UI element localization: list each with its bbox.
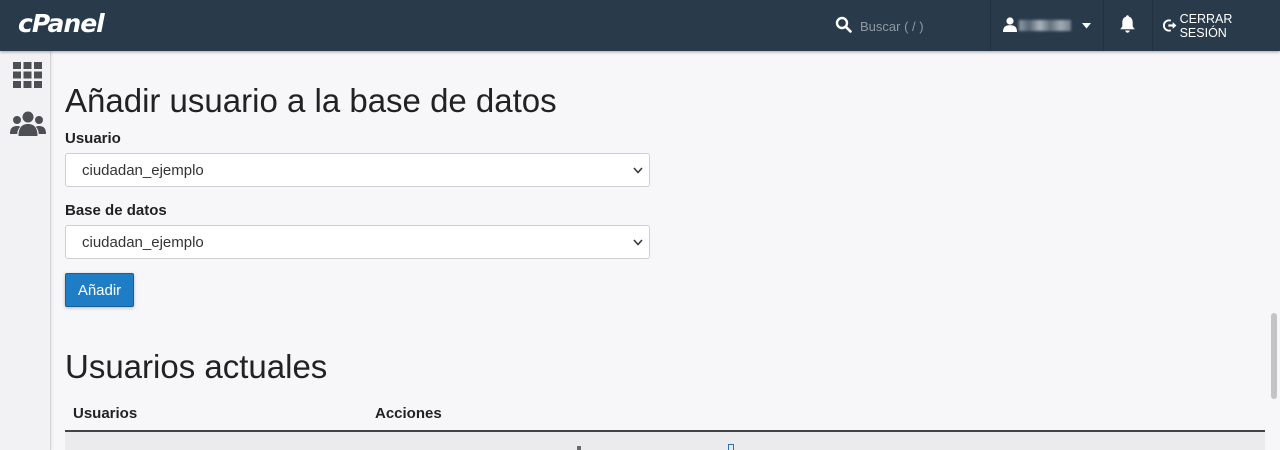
logout-icon — [1163, 19, 1177, 32]
row-action-icon[interactable] — [728, 444, 734, 450]
username-redacted — [1019, 20, 1071, 31]
chevron-down-icon — [633, 239, 643, 246]
caret-down-icon — [1082, 23, 1091, 29]
grid-icon[interactable] — [13, 62, 42, 88]
sidebar — [0, 51, 51, 450]
logout-label: CERRAR SESIÓN — [1179, 11, 1233, 40]
add-user-title: Añadir usuario a la base de datos — [65, 82, 557, 119]
user-select-value: ciudadan_ejemplo — [82, 162, 204, 179]
database-label: Base de datos — [65, 202, 167, 219]
column-header-users: Usuarios — [73, 405, 138, 422]
chevron-down-icon — [633, 167, 643, 174]
cpanel-logo[interactable]: cPanel — [18, 9, 105, 38]
table-row — [65, 432, 1265, 450]
header-divider — [990, 0, 991, 51]
database-select[interactable]: ciudadan_ejemplo — [65, 225, 650, 259]
header-divider — [1103, 0, 1104, 51]
user-select[interactable]: ciudadan_ejemplo — [65, 153, 650, 187]
user-menu[interactable] — [1000, 0, 1102, 51]
current-users-title: Usuarios actuales — [65, 348, 328, 385]
user-icon — [1003, 17, 1017, 32]
scrollbar-thumb[interactable] — [1271, 313, 1277, 399]
search-input[interactable] — [858, 14, 982, 38]
search-icon — [835, 16, 852, 33]
header-divider — [1152, 0, 1153, 51]
user-label: Usuario — [65, 130, 121, 147]
logout-button[interactable]: CERRAR SESIÓN — [1163, 0, 1280, 51]
row-action-icon[interactable] — [577, 446, 581, 450]
top-bar: cPanel CERRAR SESIÓN — [0, 0, 1280, 51]
add-button[interactable]: Añadir — [65, 273, 134, 307]
database-select-value: ciudadan_ejemplo — [82, 234, 204, 251]
users-icon[interactable] — [10, 111, 46, 137]
column-header-actions: Acciones — [375, 405, 442, 422]
bell-icon[interactable] — [1119, 15, 1136, 34]
